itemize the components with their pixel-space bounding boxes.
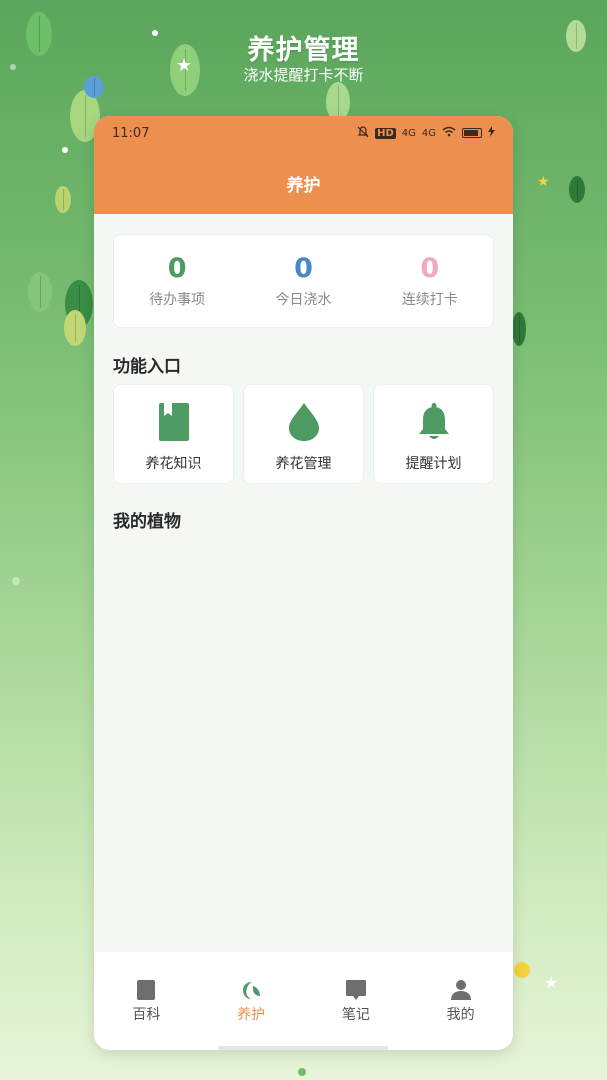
tab-mine[interactable]: 我的	[409, 978, 513, 1024]
banner-subtitle: 浇水提醒打卡不断	[243, 66, 364, 84]
water-drop-icon	[244, 402, 363, 442]
leaf-moon-icon	[199, 978, 303, 1002]
stat-label: 待办事项	[149, 292, 206, 308]
feature-plant-management[interactable]: 养花管理	[243, 384, 364, 484]
bell-icon	[374, 402, 493, 442]
stat-value: 0	[167, 253, 187, 284]
leaf-decoration	[569, 176, 585, 203]
status-bar: 11:07 HD 4G 4G	[112, 124, 495, 142]
tab-label: 百科	[132, 1007, 161, 1023]
features-grid: 养花知识 养花管理 提醒计划	[113, 384, 494, 484]
feature-label: 养花管理	[275, 456, 332, 472]
dot-decoration	[62, 147, 68, 153]
stats-card: 0 待办事项 0 今日浇水 0 连续打卡	[113, 234, 494, 328]
dot-decoration	[298, 1068, 306, 1076]
star-decoration: ★	[537, 174, 550, 190]
tab-label: 养护	[237, 1007, 266, 1023]
stat-todo[interactable]: 0 待办事项	[122, 253, 232, 309]
dot-decoration	[514, 962, 530, 978]
user-icon	[409, 978, 513, 1002]
tab-encyclopedia[interactable]: 百科	[94, 978, 198, 1024]
stat-value: 0	[294, 253, 313, 284]
leaf-decoration	[28, 272, 52, 312]
plants-section-title: 我的植物	[113, 512, 181, 532]
note-icon	[304, 978, 408, 1002]
stat-label: 今日浇水	[275, 292, 332, 308]
dot-decoration	[12, 577, 20, 585]
banner-title: 养护管理	[247, 35, 360, 66]
feature-reminder-plan[interactable]: 提醒计划	[373, 384, 494, 484]
tab-notes[interactable]: 笔记	[304, 978, 408, 1024]
features-section-title: 功能入口	[113, 357, 181, 377]
home-indicator	[218, 1046, 388, 1050]
tab-care[interactable]: 养护	[199, 978, 303, 1024]
feature-label: 养花知识	[145, 456, 202, 472]
stat-value: 0	[420, 253, 440, 284]
tab-label: 笔记	[341, 1007, 370, 1023]
book-icon	[114, 402, 233, 442]
app-header: 11:07 HD 4G 4G 养护	[94, 116, 513, 214]
charging-icon	[488, 126, 495, 140]
leaf-decoration	[512, 312, 526, 346]
signal-4g-icon: 4G	[421, 127, 436, 139]
tab-label: 我的	[446, 1007, 475, 1023]
hd-icon: HD	[375, 127, 396, 139]
feature-label: 提醒计划	[405, 456, 462, 472]
stat-label: 连续打卡	[401, 292, 458, 308]
phone-screen: 11:07 HD 4G 4G 养护 0 待办事项 0 今日浇水 0 连续打卡 功…	[94, 116, 513, 1050]
leaf-decoration	[55, 186, 71, 213]
page-title: 养护	[286, 176, 321, 196]
status-time: 11:07	[112, 125, 150, 141]
book-icon	[94, 978, 198, 1002]
status-icons: HD 4G 4G	[357, 125, 495, 141]
tab-bar: 百科 养护 笔记 我的	[94, 952, 513, 1050]
star-decoration: ★	[544, 973, 559, 992]
leaf-decoration	[64, 310, 86, 346]
battery-icon	[462, 128, 482, 138]
stat-watering[interactable]: 0 今日浇水	[248, 253, 358, 309]
feature-plant-knowledge[interactable]: 养花知识	[113, 384, 234, 484]
wifi-icon	[442, 126, 456, 140]
mute-icon	[357, 125, 369, 141]
stat-streak[interactable]: 0 连续打卡	[375, 253, 485, 309]
signal-4g-icon: 4G	[401, 127, 416, 139]
